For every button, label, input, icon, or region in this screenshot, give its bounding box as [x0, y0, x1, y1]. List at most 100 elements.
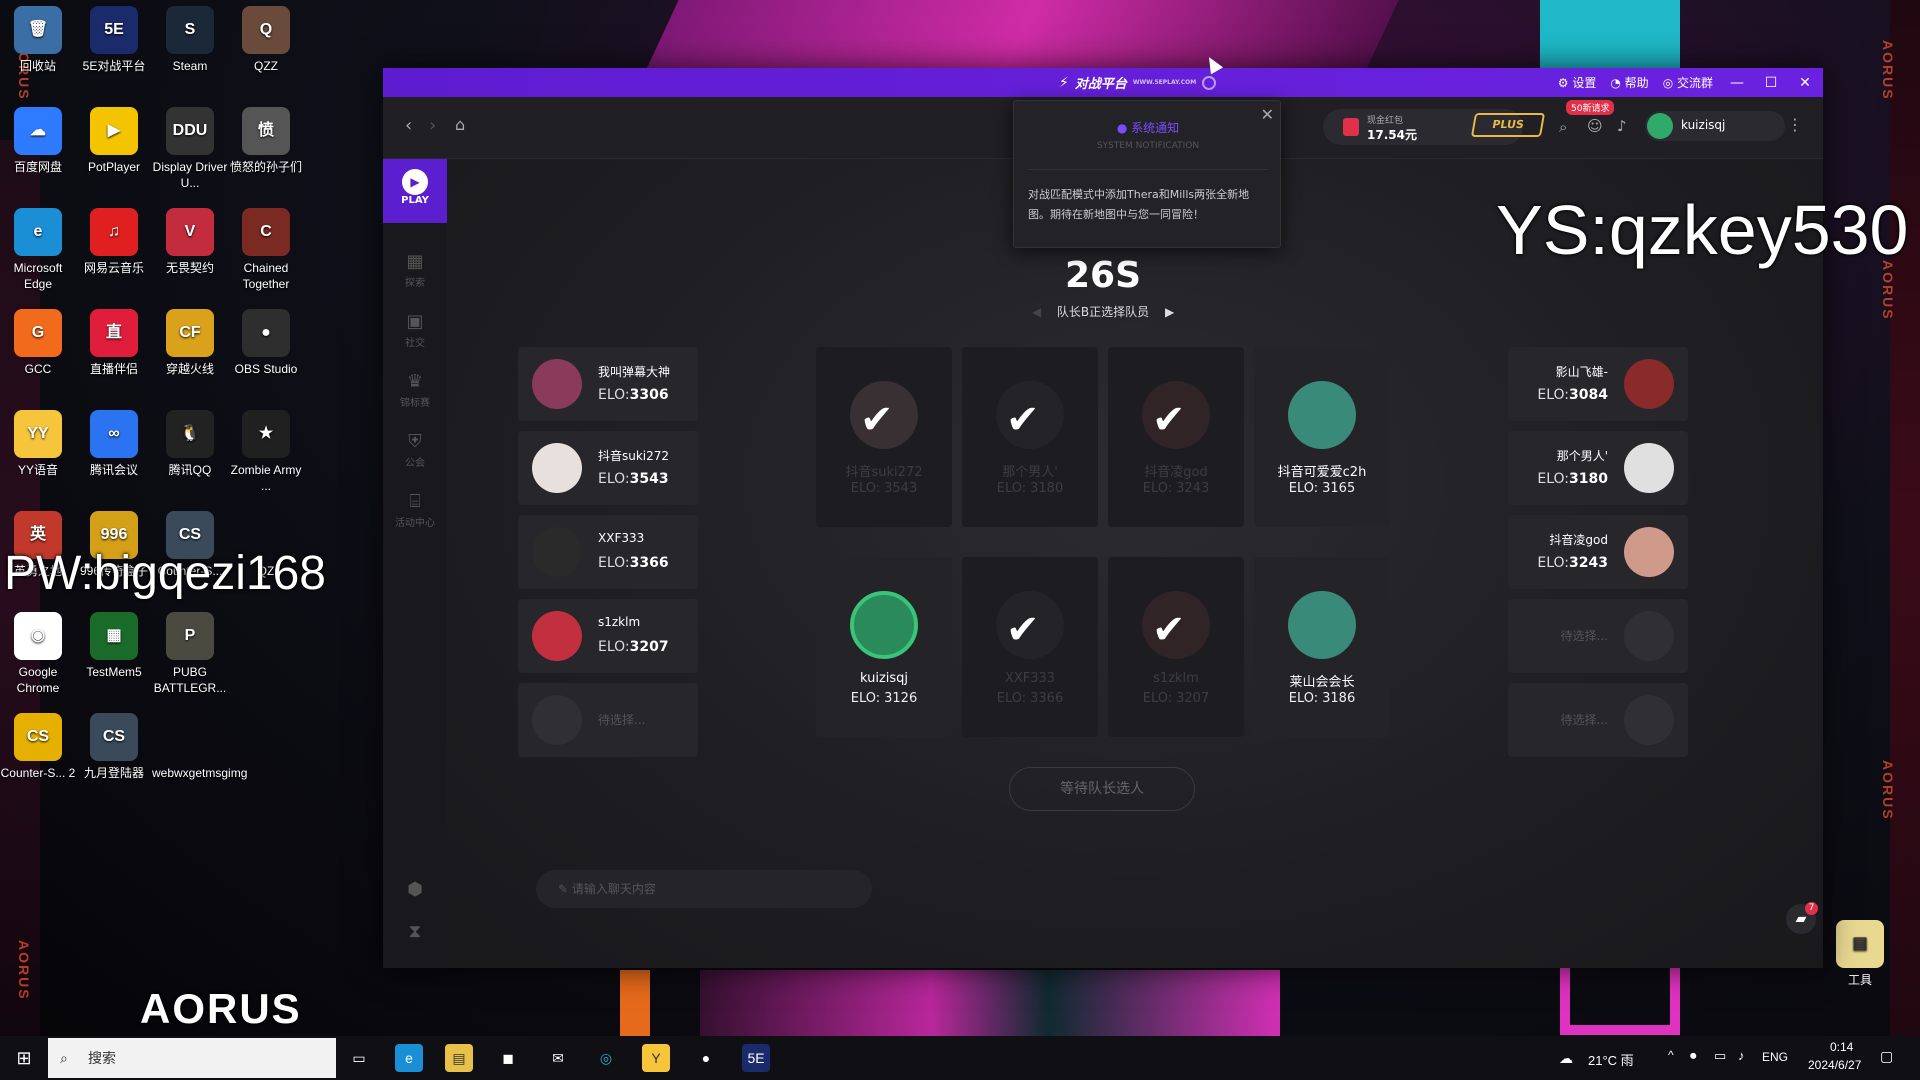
desktop-icon-label: 腾讯QQ: [168, 463, 212, 477]
team-slot: 莱山会会长 ELO: 3186: [1254, 557, 1390, 737]
pool-player-card[interactable]: 我叫弹幕大神 ELO:3306: [518, 347, 698, 421]
player-name: s1zklm: [598, 615, 641, 629]
sidebar-item-tournament[interactable]: ♛ 锦标赛: [383, 371, 447, 409]
desktop-icon[interactable]: ● OBS Studio: [228, 309, 304, 377]
network-icon[interactable]: ▭: [1714, 1048, 1726, 1064]
desktop-icon[interactable]: Q QZZ: [228, 6, 304, 74]
pool-player-card[interactable]: 待选择...: [1508, 599, 1688, 673]
team-slot: s1zklm ELO: 3207 ✔: [1108, 557, 1244, 737]
desktop-icon[interactable]: ☁ 百度网盘: [0, 107, 76, 175]
volume-icon[interactable]: ♪: [1738, 1048, 1745, 1063]
desktop-icon[interactable]: C Chained Together: [228, 208, 304, 292]
sidebar-cube[interactable]: ⬢: [383, 879, 447, 902]
more-menu-icon[interactable]: ⋮: [1787, 115, 1803, 134]
back-arrow-icon[interactable]: ‹: [405, 115, 412, 136]
desktop-icon[interactable]: 直直播伴侣: [76, 309, 152, 377]
player-name: 待选择...: [1560, 629, 1608, 643]
desktop-icon[interactable]: CS Counter-S... 2: [0, 713, 76, 781]
bell-icon[interactable]: ♪: [1617, 117, 1627, 135]
sidebar-item-play[interactable]: ▶ PLAY: [383, 159, 447, 223]
desktop-icon[interactable]: YY YY语音: [0, 410, 76, 478]
pool-player-card[interactable]: 抖音suki272 ELO:3543: [518, 431, 698, 505]
app-icon: ▶: [90, 107, 138, 155]
help-button[interactable]: ◔ 帮助: [1610, 74, 1648, 91]
pool-player-card[interactable]: 影山飞雄- ELO:3084: [1508, 347, 1688, 421]
community-button[interactable]: ◎ 交流群: [1663, 74, 1713, 91]
desktop-icon[interactable]: CS 九月登陆器: [76, 713, 152, 781]
obs-icon[interactable]: ●: [692, 1044, 720, 1072]
windows-start-icon[interactable]: ⊞: [10, 1044, 38, 1072]
checkmark-icon: ✔: [1152, 397, 1186, 443]
desktop-icon[interactable]: ♫ 网易云音乐: [76, 208, 152, 276]
desktop-icon[interactable]: 5E 5E对战平台: [76, 6, 152, 74]
desktop-icon[interactable]: G GCC: [0, 309, 76, 377]
desktop-icon-tools[interactable]: ▤ 工具: [1822, 920, 1898, 988]
desktop-icon[interactable]: ▶ PotPlayer: [76, 107, 152, 175]
desktop-icon[interactable]: 🐧 腾讯QQ: [152, 410, 228, 478]
app-icon-circle[interactable]: ◎: [592, 1044, 620, 1072]
app-titlebar[interactable]: ⚡ 对战平台 WWW.5EPLAY.COM ⚙ 设置 ◔ 帮助 ◎ 交流群 — …: [383, 68, 1823, 97]
plus-button[interactable]: PLUS: [1470, 113, 1546, 137]
chat-icon: ▣: [406, 311, 424, 332]
desktop-icon[interactable]: 愤愤怒的孙子们: [228, 107, 304, 175]
file-explorer-icon[interactable]: ▤: [445, 1044, 473, 1072]
store-icon[interactable]: ◼: [494, 1044, 522, 1072]
chat-bubble-button[interactable]: ▰ 7: [1786, 902, 1818, 934]
chat-input[interactable]: ✎ 请输入聊天内容: [536, 870, 872, 908]
5e-taskbar-icon[interactable]: 5E: [742, 1044, 770, 1072]
mail-icon[interactable]: ✉: [544, 1044, 572, 1072]
desktop-icon[interactable]: ∞ 腾讯会议: [76, 410, 152, 478]
home-icon[interactable]: ⌂: [455, 115, 465, 134]
tray-chevron-icon[interactable]: ^: [1668, 1048, 1674, 1062]
edge-icon[interactable]: e: [395, 1044, 423, 1072]
slot-player-elo: ELO: 3243: [1142, 481, 1210, 496]
desktop-icon-label: TestMem5: [86, 665, 142, 679]
pool-player-card[interactable]: 抖音凌god ELO:3243: [1508, 515, 1688, 589]
forward-arrow-icon[interactable]: ›: [429, 115, 436, 136]
yy-icon[interactable]: Y: [642, 1044, 670, 1072]
desktop-icon[interactable]: CF 穿越火线: [152, 309, 228, 377]
language-indicator[interactable]: ENG: [1762, 1050, 1788, 1064]
close-button[interactable]: ✕: [1795, 75, 1815, 91]
sidebar-item-explore[interactable]: ▦ 探索: [383, 251, 447, 289]
slot-player-elo: ELO: 3207: [1142, 691, 1210, 706]
sidebar-hourglass[interactable]: ⧗: [383, 921, 447, 944]
pool-player-card[interactable]: 待选择...: [1508, 683, 1688, 757]
sidebar-item-events[interactable]: ⌸ 活动中心: [383, 491, 447, 529]
app-icon: ☁: [14, 107, 62, 155]
pool-player-card[interactable]: XXF333 ELO:3366: [518, 515, 698, 589]
clock-date[interactable]: 2024/6/27: [1808, 1058, 1861, 1072]
desktop-icon-label: 九月登陆器: [83, 766, 144, 780]
clock-time[interactable]: 0:14: [1830, 1040, 1853, 1054]
notification-center-icon[interactable]: ▢: [1880, 1048, 1893, 1065]
hourglass-icon: ⧗: [408, 921, 422, 942]
settings-button[interactable]: ⚙ 设置: [1558, 74, 1597, 91]
app-title-sub: WWW.5EPLAY.COM: [1132, 79, 1197, 86]
pool-player-card[interactable]: 那个男人' ELO:3180: [1508, 431, 1688, 505]
desktop-icon[interactable]: P PUBG BATTLEGR...: [152, 612, 228, 696]
desktop-icon[interactable]: S Steam: [152, 6, 228, 74]
maximize-button[interactable]: ☐: [1761, 75, 1781, 91]
desktop-icon[interactable]: ▦ TestMem5: [76, 612, 152, 680]
desktop-icon[interactable]: webwxgetmsgimg: [152, 713, 247, 781]
search-icon[interactable]: ⌕: [1559, 118, 1567, 136]
slot-player-name: s1zklm: [1153, 671, 1199, 686]
desktop-icon[interactable]: ★ Zombie Army ...: [228, 410, 304, 494]
wait-captain-button[interactable]: 等待队长选人: [1009, 767, 1195, 811]
minimize-button[interactable]: —: [1727, 75, 1747, 91]
pool-player-card[interactable]: s1zklm ELO:3207: [518, 599, 698, 673]
taskbar-search-input[interactable]: ⌕ 搜索: [48, 1038, 336, 1078]
pool-player-card[interactable]: 待选择...: [518, 683, 698, 757]
task-view-icon[interactable]: ▭: [345, 1044, 373, 1072]
desktop-icon[interactable]: 🗑 回收站: [0, 6, 76, 74]
desktop-icon[interactable]: ◉ Google Chrome: [0, 612, 76, 696]
friends-icon[interactable]: ☺: [1587, 117, 1603, 135]
desktop-icon[interactable]: DDU Display Driver U...: [152, 107, 228, 191]
sidebar-item-guild[interactable]: ⛨ 公会: [383, 431, 447, 469]
avatar: [1647, 113, 1673, 139]
desktop-icon[interactable]: e Microsoft Edge: [0, 208, 76, 292]
windows-taskbar: ⊞ ⌕ 搜索 ▭ e ▤ ◼ ✉ ◎ Y ● 5E ☁ 21°C 雨 ^ ⏺ ▭…: [0, 1036, 1920, 1080]
user-profile[interactable]: kuizisqj: [1645, 111, 1785, 141]
desktop-icon[interactable]: V 无畏契约: [152, 208, 228, 276]
sidebar-item-social[interactable]: ▣ 社交: [383, 311, 447, 349]
